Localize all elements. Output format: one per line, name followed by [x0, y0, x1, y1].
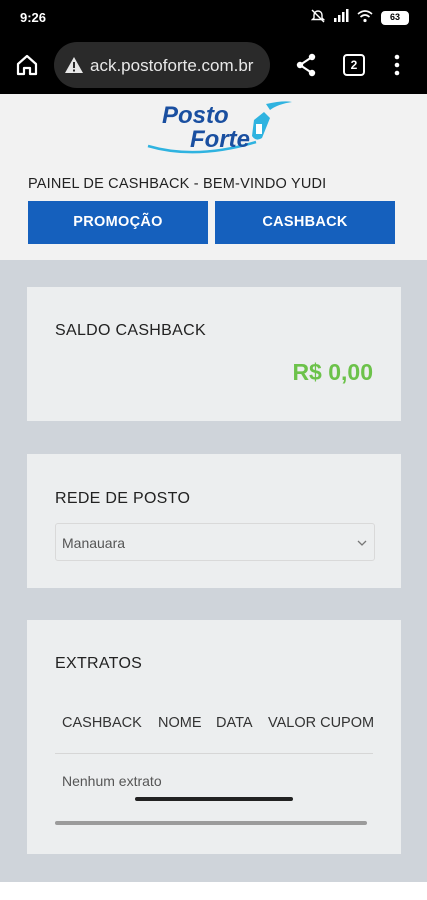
page-footer-strip	[0, 882, 427, 900]
chevron-down-icon	[357, 540, 367, 546]
kebab-menu-icon	[394, 54, 400, 76]
status-time: 9:26	[20, 10, 47, 25]
share-button[interactable]	[294, 52, 318, 78]
status-bar: 9:26 63	[0, 0, 427, 36]
extratos-card: EXTRATOS CASHBACK NOME DATA VALOR CUPOM …	[27, 620, 401, 854]
table-horizontal-scrollbar[interactable]	[55, 821, 367, 825]
warning-icon[interactable]	[64, 55, 84, 75]
column-header-valor-cupom: VALOR CUPOM	[268, 715, 375, 731]
cashback-button[interactable]: CASHBACK	[215, 201, 395, 244]
empty-extrato-text: Nenhum extrato	[62, 773, 162, 789]
signal-icon	[333, 9, 349, 27]
address-bar[interactable]: ack.postoforte.com.br	[54, 42, 270, 88]
rede-title: REDE DE POSTO	[55, 490, 191, 507]
status-icons: 63	[310, 9, 409, 27]
saldo-title: SALDO CASHBACK	[55, 322, 206, 339]
home-icon	[16, 54, 38, 76]
wifi-icon	[357, 9, 373, 27]
url-text[interactable]: ack.postoforte.com.br	[90, 56, 253, 76]
browser-toolbar: ack.postoforte.com.br 2	[0, 36, 427, 94]
table-divider	[55, 753, 373, 754]
promocao-button[interactable]: PROMOÇÃO	[28, 201, 208, 244]
page-header: Posto Forte PAINEL DE CASHBACK - BEM-VIN…	[0, 94, 427, 260]
tab-count-button[interactable]: 2	[343, 54, 365, 76]
welcome-text: PAINEL DE CASHBACK - BEM-VINDO YUDI	[28, 176, 327, 192]
posto-forte-logo[interactable]: Posto Forte	[146, 98, 296, 158]
svg-text:Posto: Posto	[162, 102, 229, 129]
column-header-cashback: CASHBACK	[62, 715, 142, 731]
column-header-nome: NOME	[158, 715, 202, 731]
column-header-data: DATA	[216, 715, 253, 731]
more-options-button[interactable]	[388, 52, 406, 78]
svg-text:Forte: Forte	[190, 126, 250, 153]
rede-select[interactable]: Manauara	[55, 523, 375, 561]
page-content: Posto Forte PAINEL DE CASHBACK - BEM-VIN…	[0, 94, 427, 900]
share-icon	[296, 53, 316, 77]
home-button[interactable]	[14, 52, 40, 78]
rede-select-value: Manauara	[62, 535, 126, 551]
gesture-navigation-bar[interactable]	[135, 797, 293, 801]
saldo-card: SALDO CASHBACK R$ 0,00	[27, 287, 401, 421]
battery-icon: 63	[381, 11, 409, 25]
extratos-title: EXTRATOS	[55, 655, 143, 672]
mute-icon	[310, 9, 326, 27]
saldo-value: R$ 0,00	[292, 359, 373, 385]
rede-card: REDE DE POSTO Manauara	[27, 454, 401, 588]
